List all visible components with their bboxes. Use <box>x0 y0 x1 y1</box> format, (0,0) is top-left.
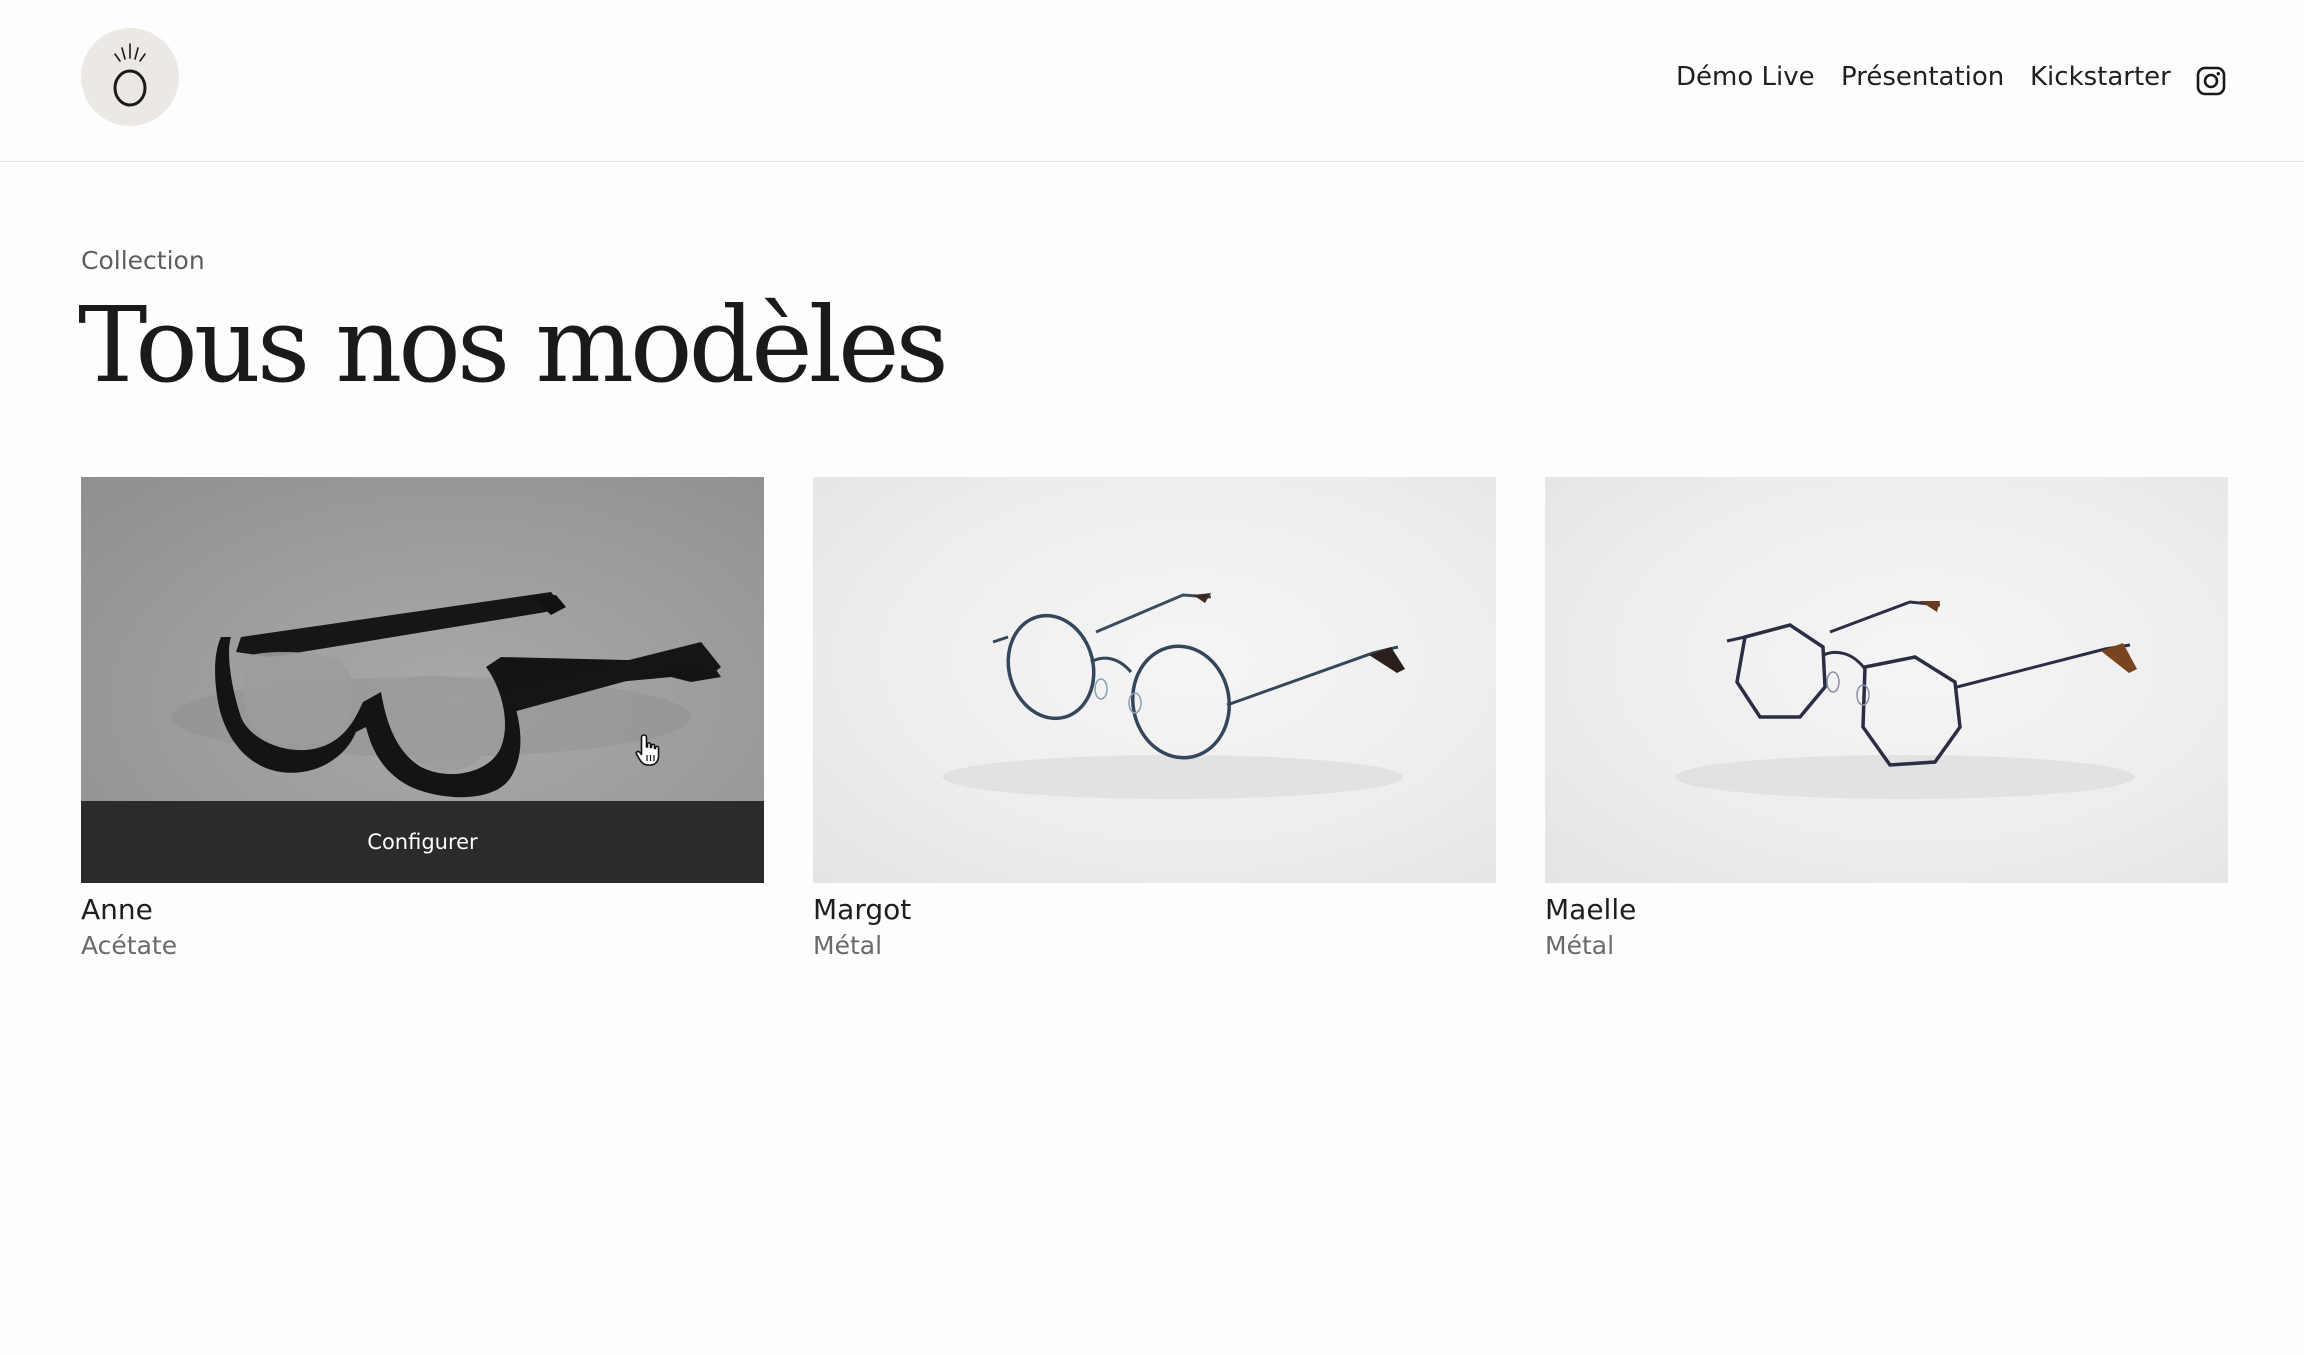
product-material: Métal <box>813 931 883 960</box>
product-name[interactable]: Maelle <box>1545 893 1636 926</box>
instagram-icon[interactable] <box>2196 66 2226 96</box>
product-image-margot[interactable] <box>813 477 1496 883</box>
product-material: Métal <box>1545 931 1615 960</box>
logo[interactable] <box>81 28 179 126</box>
hand-cursor-icon <box>635 734 660 766</box>
product-card-anne[interactable]: Configurer Anne Acétate <box>81 477 764 967</box>
nav-link-demo-live[interactable]: Démo Live <box>1676 62 1815 92</box>
nav-link-kickstarter[interactable]: Kickstarter <box>2030 62 2171 92</box>
product-name[interactable]: Anne <box>81 893 153 926</box>
product-card-maelle[interactable]: Maelle Métal <box>1545 477 2228 967</box>
page: Démo Live Présentation Kickstarter Colle… <box>0 0 2304 1355</box>
section-eyebrow: Collection <box>81 246 205 275</box>
product-card-margot[interactable]: Margot Métal <box>813 477 1496 967</box>
configure-button[interactable]: Configurer <box>81 801 764 883</box>
product-name[interactable]: Margot <box>813 893 911 926</box>
page-title: Tous nos modèles <box>78 284 949 406</box>
nav-link-presentation[interactable]: Présentation <box>1841 62 2004 92</box>
product-image-anne[interactable]: Configurer <box>81 477 764 883</box>
product-material: Acétate <box>81 931 178 960</box>
logo-mark-icon <box>113 43 147 107</box>
site-header: Démo Live Présentation Kickstarter <box>0 0 2304 162</box>
product-image-maelle[interactable] <box>1545 477 2228 883</box>
